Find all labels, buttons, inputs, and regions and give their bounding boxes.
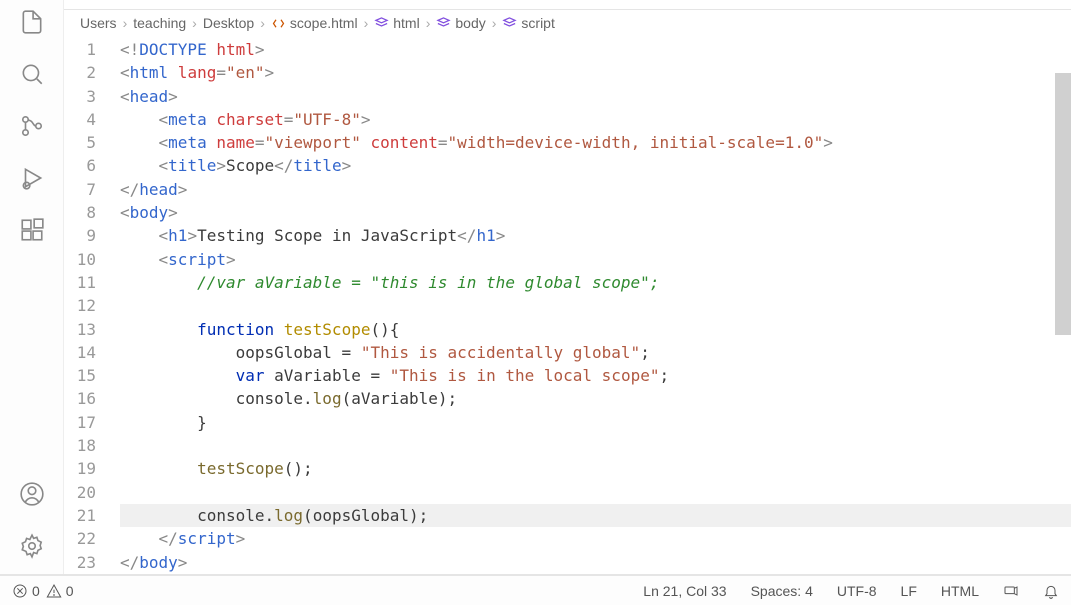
warnings-value: 0 xyxy=(66,583,74,599)
line-number: 8 xyxy=(64,201,96,224)
line-numbers: 1234567891011121314151617181920212223 xyxy=(64,36,120,574)
code-line[interactable]: </head> xyxy=(120,178,1071,201)
activity-bar xyxy=(0,0,64,574)
breadcrumb[interactable]: Users › teaching › Desktop › scope.html › html › b… xyxy=(64,10,1071,36)
code-line[interactable] xyxy=(120,434,1071,457)
scrollbar-thumb[interactable] xyxy=(1055,73,1071,335)
code-line[interactable]: <meta name="viewport" content="width=dev… xyxy=(120,131,1071,154)
breadcrumb-label: scope.html xyxy=(290,15,358,31)
line-number: 6 xyxy=(64,154,96,177)
breadcrumb-item[interactable]: Users xyxy=(80,15,117,31)
eol-info[interactable]: LF xyxy=(901,583,917,599)
code-line[interactable]: //var aVariable = "this is in the global… xyxy=(120,271,1071,294)
chevron-right-icon: › xyxy=(364,15,369,31)
chevron-right-icon: › xyxy=(426,15,431,31)
code-line[interactable]: </script> xyxy=(120,527,1071,550)
breadcrumb-item[interactable]: html xyxy=(374,15,419,31)
extensions-icon[interactable] xyxy=(18,216,46,244)
code-line[interactable] xyxy=(120,294,1071,317)
source-control-icon[interactable] xyxy=(18,112,46,140)
code-line[interactable]: <meta charset="UTF-8"> xyxy=(120,108,1071,131)
code-line[interactable]: <body> xyxy=(120,201,1071,224)
search-icon[interactable] xyxy=(18,60,46,88)
debug-icon[interactable] xyxy=(18,164,46,192)
breadcrumb-item[interactable]: Desktop xyxy=(203,15,254,31)
code-line[interactable]: <title>Scope</title> xyxy=(120,154,1071,177)
breadcrumb-label: Desktop xyxy=(203,15,254,31)
line-number: 16 xyxy=(64,387,96,410)
element-icon xyxy=(374,16,389,31)
settings-gear-icon[interactable] xyxy=(18,532,46,560)
code-line[interactable] xyxy=(120,481,1071,504)
code-line[interactable]: var aVariable = "This is in the local sc… xyxy=(120,364,1071,387)
line-number: 12 xyxy=(64,294,96,317)
line-number: 7 xyxy=(64,178,96,201)
line-number: 14 xyxy=(64,341,96,364)
line-number: 23 xyxy=(64,551,96,574)
bell-icon[interactable] xyxy=(1043,583,1059,599)
breadcrumb-label: script xyxy=(521,15,554,31)
code-line[interactable]: } xyxy=(120,411,1071,434)
breadcrumb-label: Users xyxy=(80,15,117,31)
code-line[interactable]: <html lang="en"> xyxy=(120,61,1071,84)
line-number: 11 xyxy=(64,271,96,294)
line-number: 1 xyxy=(64,38,96,61)
line-number: 13 xyxy=(64,318,96,341)
breadcrumb-label: body xyxy=(455,15,485,31)
code-line[interactable]: console.log(aVariable); xyxy=(120,387,1071,410)
line-number: 20 xyxy=(64,481,96,504)
breadcrumb-item[interactable]: teaching xyxy=(133,15,186,31)
breadcrumb-item[interactable]: script xyxy=(502,15,554,31)
breadcrumb-item[interactable]: body xyxy=(436,15,485,31)
code-line[interactable]: </body> xyxy=(120,551,1071,574)
encoding-info[interactable]: UTF-8 xyxy=(837,583,877,599)
element-icon xyxy=(436,16,451,31)
line-number: 19 xyxy=(64,457,96,480)
code-line[interactable]: oopsGlobal = "This is accidentally globa… xyxy=(120,341,1071,364)
line-number: 18 xyxy=(64,434,96,457)
line-number: 2 xyxy=(64,61,96,84)
line-number: 17 xyxy=(64,411,96,434)
language-mode[interactable]: HTML xyxy=(941,583,979,599)
line-number: 21 xyxy=(64,504,96,527)
line-number: 15 xyxy=(64,364,96,387)
file-icon xyxy=(271,16,286,31)
code-content[interactable]: <!DOCTYPE html><html lang="en"><head> <m… xyxy=(120,36,1071,574)
code-line[interactable]: testScope(); xyxy=(120,457,1071,480)
breadcrumb-label: html xyxy=(393,15,419,31)
chevron-right-icon: › xyxy=(260,15,265,31)
code-line[interactable]: <head> xyxy=(120,85,1071,108)
warnings-count[interactable]: 0 xyxy=(46,583,74,599)
line-number: 10 xyxy=(64,248,96,271)
line-number: 22 xyxy=(64,527,96,550)
editor-area: Users › teaching › Desktop › scope.html › html › b… xyxy=(64,0,1071,574)
feedback-icon[interactable] xyxy=(1003,583,1019,599)
code-line[interactable]: <script> xyxy=(120,248,1071,271)
errors-count[interactable]: 0 xyxy=(12,583,40,599)
code-line[interactable]: console.log(oopsGlobal); xyxy=(120,504,1071,527)
line-number: 9 xyxy=(64,224,96,247)
indent-info[interactable]: Spaces: 4 xyxy=(751,583,813,599)
breadcrumb-label: teaching xyxy=(133,15,186,31)
line-number: 3 xyxy=(64,85,96,108)
explorer-icon[interactable] xyxy=(18,8,46,36)
code-line[interactable]: <!DOCTYPE html> xyxy=(120,38,1071,61)
chevron-right-icon: › xyxy=(492,15,497,31)
element-icon xyxy=(502,16,517,31)
cursor-position[interactable]: Ln 21, Col 33 xyxy=(643,583,726,599)
code-editor[interactable]: 1234567891011121314151617181920212223 <!… xyxy=(64,36,1071,574)
line-number: 4 xyxy=(64,108,96,131)
chevron-right-icon: › xyxy=(123,15,128,31)
code-line[interactable]: <h1>Testing Scope in JavaScript</h1> xyxy=(120,224,1071,247)
account-icon[interactable] xyxy=(18,480,46,508)
status-bar: 0 0 Ln 21, Col 33 Spaces: 4 UTF-8 LF HTM… xyxy=(0,575,1071,605)
line-number: 5 xyxy=(64,131,96,154)
errors-value: 0 xyxy=(32,583,40,599)
chevron-right-icon: › xyxy=(192,15,197,31)
code-line[interactable]: function testScope(){ xyxy=(120,318,1071,341)
breadcrumb-item[interactable]: scope.html xyxy=(271,15,358,31)
